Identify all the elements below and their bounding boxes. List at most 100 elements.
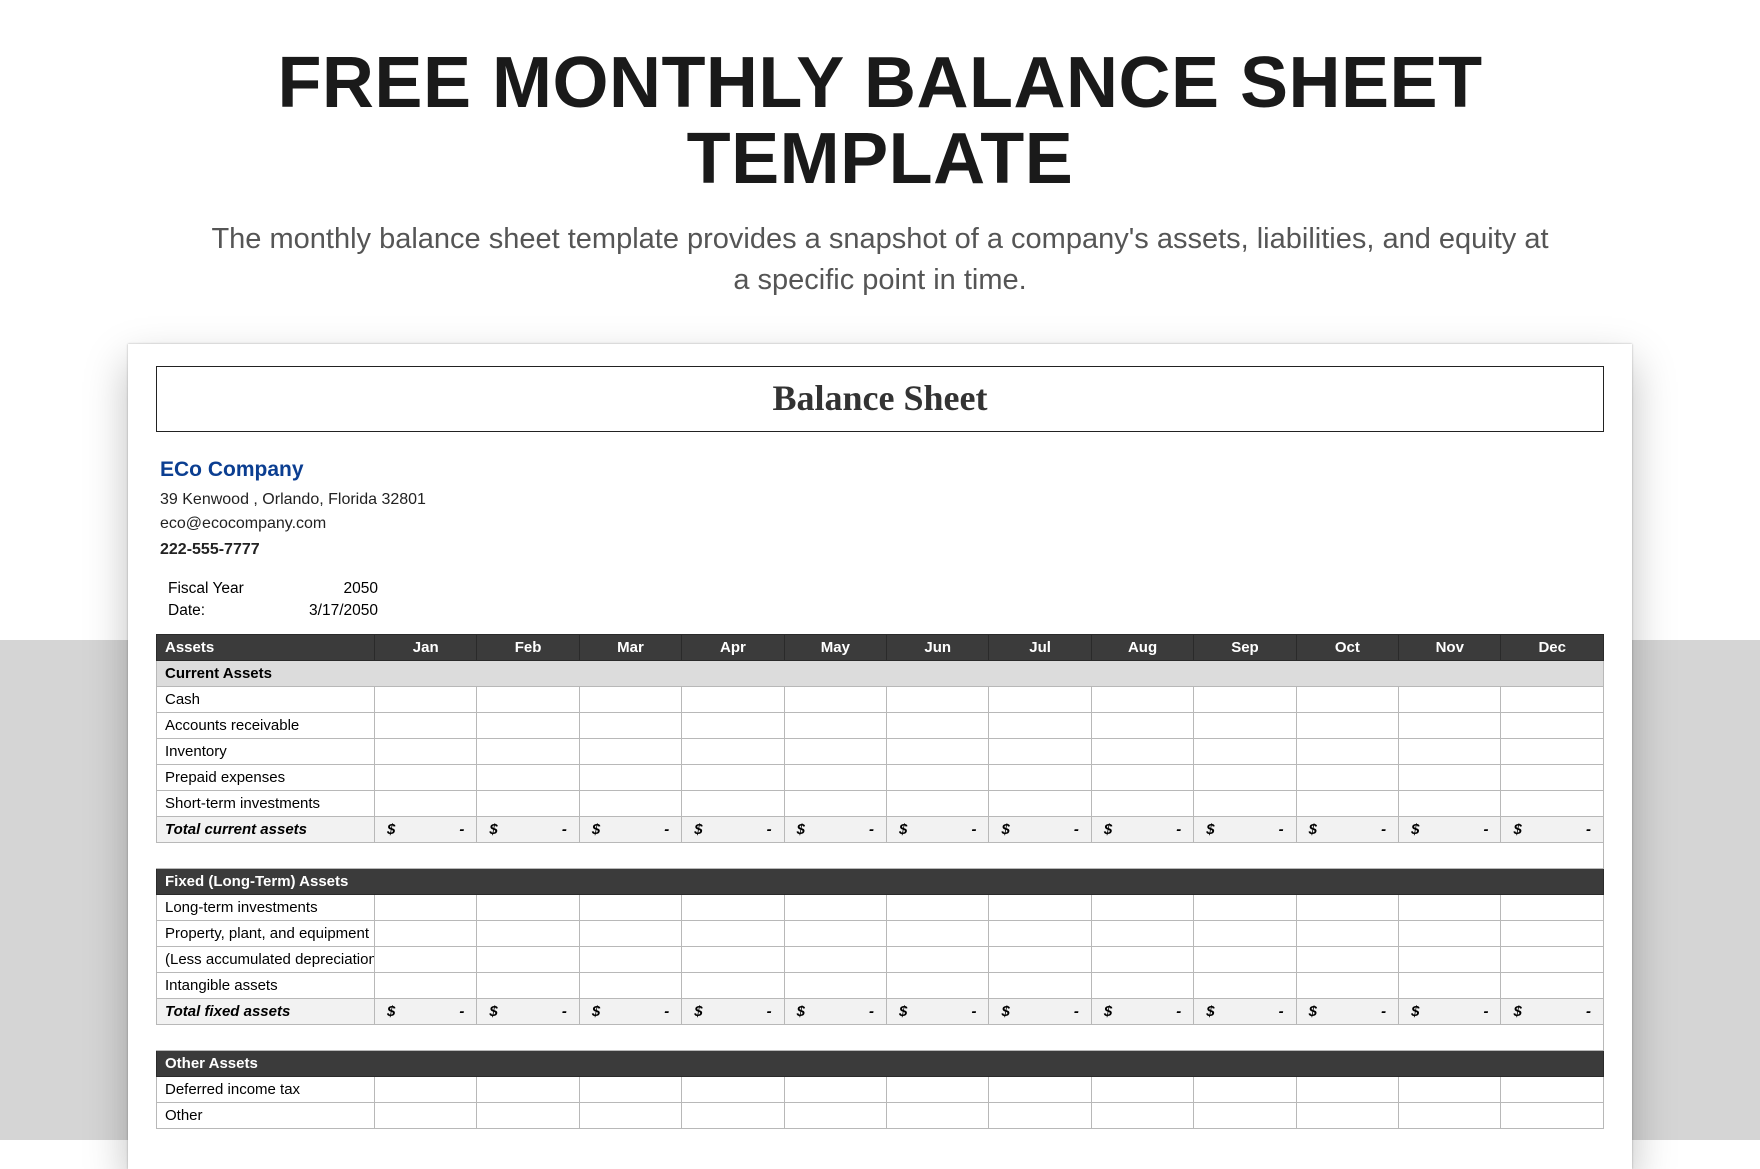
empty-cell[interactable]	[989, 946, 1091, 972]
empty-cell[interactable]	[375, 764, 477, 790]
empty-cell[interactable]	[477, 1102, 579, 1128]
empty-cell[interactable]	[989, 712, 1091, 738]
empty-cell[interactable]	[1194, 790, 1296, 816]
money-cell[interactable]: $-	[887, 998, 989, 1024]
empty-cell[interactable]	[1399, 738, 1501, 764]
empty-cell[interactable]	[1296, 738, 1398, 764]
empty-cell[interactable]	[682, 1102, 784, 1128]
empty-cell[interactable]	[1091, 1076, 1193, 1102]
empty-cell[interactable]	[887, 686, 989, 712]
empty-cell[interactable]	[579, 712, 681, 738]
empty-cell[interactable]	[1296, 790, 1398, 816]
money-cell[interactable]: $-	[477, 816, 579, 842]
money-cell[interactable]: $-	[989, 998, 1091, 1024]
empty-cell[interactable]	[1194, 946, 1296, 972]
empty-cell[interactable]	[989, 972, 1091, 998]
empty-cell[interactable]	[1194, 894, 1296, 920]
empty-cell[interactable]	[1194, 738, 1296, 764]
empty-cell[interactable]	[477, 1076, 579, 1102]
empty-cell[interactable]	[579, 738, 681, 764]
money-cell[interactable]: $-	[579, 816, 681, 842]
empty-cell[interactable]	[1501, 790, 1604, 816]
money-cell[interactable]: $-	[682, 998, 784, 1024]
empty-cell[interactable]	[989, 1076, 1091, 1102]
empty-cell[interactable]	[1296, 712, 1398, 738]
empty-cell[interactable]	[477, 764, 579, 790]
money-cell[interactable]: $-	[989, 816, 1091, 842]
money-cell[interactable]: $-	[1194, 816, 1296, 842]
empty-cell[interactable]	[784, 686, 886, 712]
empty-cell[interactable]	[784, 712, 886, 738]
empty-cell[interactable]	[579, 972, 681, 998]
empty-cell[interactable]	[1399, 686, 1501, 712]
empty-cell[interactable]	[477, 920, 579, 946]
money-cell[interactable]: $-	[477, 998, 579, 1024]
empty-cell[interactable]	[1501, 686, 1604, 712]
empty-cell[interactable]	[1399, 894, 1501, 920]
empty-cell[interactable]	[784, 764, 886, 790]
empty-cell[interactable]	[1091, 946, 1193, 972]
empty-cell[interactable]	[989, 764, 1091, 790]
empty-cell[interactable]	[1091, 920, 1193, 946]
empty-cell[interactable]	[1399, 1076, 1501, 1102]
empty-cell[interactable]	[1194, 920, 1296, 946]
empty-cell[interactable]	[784, 1102, 886, 1128]
empty-cell[interactable]	[579, 946, 681, 972]
empty-cell[interactable]	[477, 894, 579, 920]
empty-cell[interactable]	[887, 1102, 989, 1128]
empty-cell[interactable]	[1091, 686, 1193, 712]
empty-cell[interactable]	[1501, 972, 1604, 998]
money-cell[interactable]: $-	[1501, 816, 1604, 842]
empty-cell[interactable]	[887, 1076, 989, 1102]
empty-cell[interactable]	[1399, 920, 1501, 946]
money-cell[interactable]: $-	[1399, 816, 1501, 842]
empty-cell[interactable]	[682, 790, 784, 816]
empty-cell[interactable]	[1501, 946, 1604, 972]
empty-cell[interactable]	[1091, 1102, 1193, 1128]
money-cell[interactable]: $-	[1091, 998, 1193, 1024]
empty-cell[interactable]	[579, 686, 681, 712]
empty-cell[interactable]	[1501, 712, 1604, 738]
empty-cell[interactable]	[1296, 920, 1398, 946]
empty-cell[interactable]	[682, 1076, 784, 1102]
empty-cell[interactable]	[1091, 894, 1193, 920]
empty-cell[interactable]	[477, 946, 579, 972]
empty-cell[interactable]	[1399, 790, 1501, 816]
empty-cell[interactable]	[579, 920, 681, 946]
empty-cell[interactable]	[682, 738, 784, 764]
empty-cell[interactable]	[1091, 738, 1193, 764]
empty-cell[interactable]	[375, 920, 477, 946]
empty-cell[interactable]	[375, 712, 477, 738]
empty-cell[interactable]	[989, 920, 1091, 946]
empty-cell[interactable]	[1501, 920, 1604, 946]
empty-cell[interactable]	[989, 894, 1091, 920]
empty-cell[interactable]	[1296, 972, 1398, 998]
empty-cell[interactable]	[784, 920, 886, 946]
empty-cell[interactable]	[784, 790, 886, 816]
empty-cell[interactable]	[1296, 894, 1398, 920]
empty-cell[interactable]	[375, 894, 477, 920]
money-cell[interactable]: $-	[1091, 816, 1193, 842]
empty-cell[interactable]	[989, 738, 1091, 764]
empty-cell[interactable]	[682, 972, 784, 998]
empty-cell[interactable]	[1399, 972, 1501, 998]
empty-cell[interactable]	[682, 920, 784, 946]
empty-cell[interactable]	[682, 686, 784, 712]
empty-cell[interactable]	[1296, 686, 1398, 712]
empty-cell[interactable]	[579, 1102, 681, 1128]
empty-cell[interactable]	[1091, 712, 1193, 738]
empty-cell[interactable]	[1501, 764, 1604, 790]
empty-cell[interactable]	[1296, 1102, 1398, 1128]
money-cell[interactable]: $-	[375, 816, 477, 842]
money-cell[interactable]: $-	[887, 816, 989, 842]
empty-cell[interactable]	[477, 712, 579, 738]
empty-cell[interactable]	[375, 790, 477, 816]
empty-cell[interactable]	[887, 946, 989, 972]
empty-cell[interactable]	[989, 1102, 1091, 1128]
empty-cell[interactable]	[989, 686, 1091, 712]
empty-cell[interactable]	[1501, 1102, 1604, 1128]
empty-cell[interactable]	[887, 764, 989, 790]
empty-cell[interactable]	[682, 894, 784, 920]
money-cell[interactable]: $-	[1296, 816, 1398, 842]
empty-cell[interactable]	[1194, 1102, 1296, 1128]
